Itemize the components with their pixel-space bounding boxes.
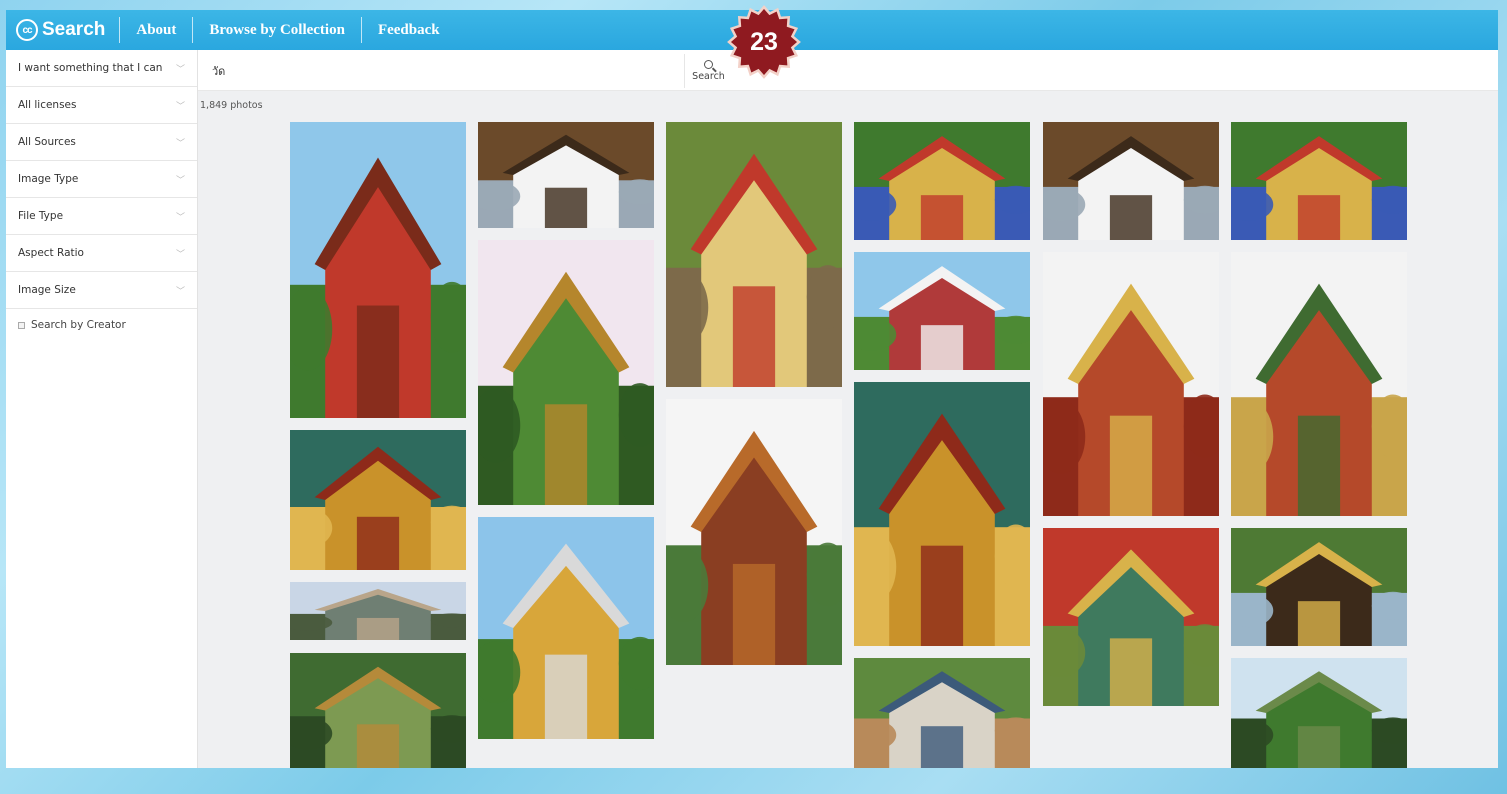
filter-label: Image Size: [18, 284, 76, 296]
search-by-creator-toggle[interactable]: Search by Creator: [6, 309, 197, 341]
brand-name: Search: [42, 19, 106, 40]
image-result-temple-roof[interactable]: [478, 122, 654, 228]
cc-logo-icon: cc: [16, 19, 38, 41]
search-bar: Search: [198, 50, 1498, 91]
chevron-down-icon: ﹀: [175, 138, 185, 149]
image-result-garden-landscape[interactable]: [1231, 658, 1407, 768]
filter-label: All Sources: [18, 136, 76, 148]
filter-label: File Type: [18, 210, 64, 222]
step-number: 23: [750, 27, 778, 56]
filter-label: I want something that I can: [18, 62, 163, 74]
filter-label: Image Type: [18, 173, 79, 185]
nav-link-browse-collection[interactable]: Browse by Collection: [193, 22, 361, 39]
chevron-down-icon: ﹀: [175, 101, 185, 112]
nav-link-about[interactable]: About: [120, 22, 192, 39]
image-result-city-landscape[interactable]: [290, 582, 466, 640]
checkbox[interactable]: [18, 321, 25, 329]
image-result-tourists[interactable]: [854, 658, 1030, 768]
image-result-shrine[interactable]: [1231, 252, 1407, 516]
filter-use-case[interactable]: I want something that I can ﹀: [6, 50, 197, 87]
image-result-buddha-statue[interactable]: [290, 430, 466, 570]
filter-image-size[interactable]: Image Size ﹀: [6, 272, 197, 309]
creator-toggle-label: Search by Creator: [31, 319, 126, 331]
chevron-down-icon: ﹀: [175, 286, 185, 297]
step-number-badge: 23: [726, 4, 802, 80]
brand-logo-link[interactable]: cc Search: [6, 10, 119, 50]
filter-licenses[interactable]: All licenses ﹀: [6, 87, 197, 124]
image-result-mural-paintings[interactable]: [1043, 528, 1219, 706]
search-button[interactable]: Search: [684, 54, 732, 88]
search-icon: [704, 60, 713, 69]
filter-sources[interactable]: All Sources ﹀: [6, 124, 197, 161]
chevron-down-icon: ﹀: [175, 175, 185, 186]
image-result-temple-hall[interactable]: [666, 122, 842, 387]
nav-link-feedback[interactable]: Feedback: [362, 22, 456, 39]
image-result-golden-stupa-stairs[interactable]: [478, 517, 654, 739]
image-result-monk-statues[interactable]: [666, 399, 842, 665]
image-result-temple-gate[interactable]: [1043, 252, 1219, 516]
image-result-guardian-statues[interactable]: [854, 122, 1030, 240]
filter-aspect-ratio[interactable]: Aspect Ratio ﹀: [6, 235, 197, 272]
image-result-stupa-forest[interactable]: [290, 653, 466, 768]
image-result-temple-tower[interactable]: [290, 122, 466, 418]
filter-file-type[interactable]: File Type ﹀: [6, 198, 197, 235]
filter-image-type[interactable]: Image Type ﹀: [6, 161, 197, 198]
result-count: 1,849 photos: [200, 100, 263, 111]
image-result-temple-roof[interactable]: [1043, 122, 1219, 240]
image-result-pagoda-palms[interactable]: [478, 240, 654, 505]
app-frame: cc Search About Browse by Collection Fee…: [6, 10, 1498, 768]
image-result-temple-pavilion[interactable]: [854, 252, 1030, 370]
search-input[interactable]: [212, 62, 672, 80]
image-result-guardian-statues[interactable]: [1231, 122, 1407, 240]
image-result-wooden-pavilion[interactable]: [1231, 528, 1407, 646]
chevron-down-icon: ﹀: [175, 64, 185, 75]
filter-label: All licenses: [18, 99, 77, 111]
chevron-down-icon: ﹀: [175, 249, 185, 260]
image-result-buddha-statue[interactable]: [854, 382, 1030, 646]
search-button-label: Search: [692, 71, 725, 82]
filter-label: Aspect Ratio: [18, 247, 84, 259]
filter-sidebar: I want something that I can ﹀ All licens…: [6, 50, 198, 768]
chevron-down-icon: ﹀: [175, 212, 185, 223]
